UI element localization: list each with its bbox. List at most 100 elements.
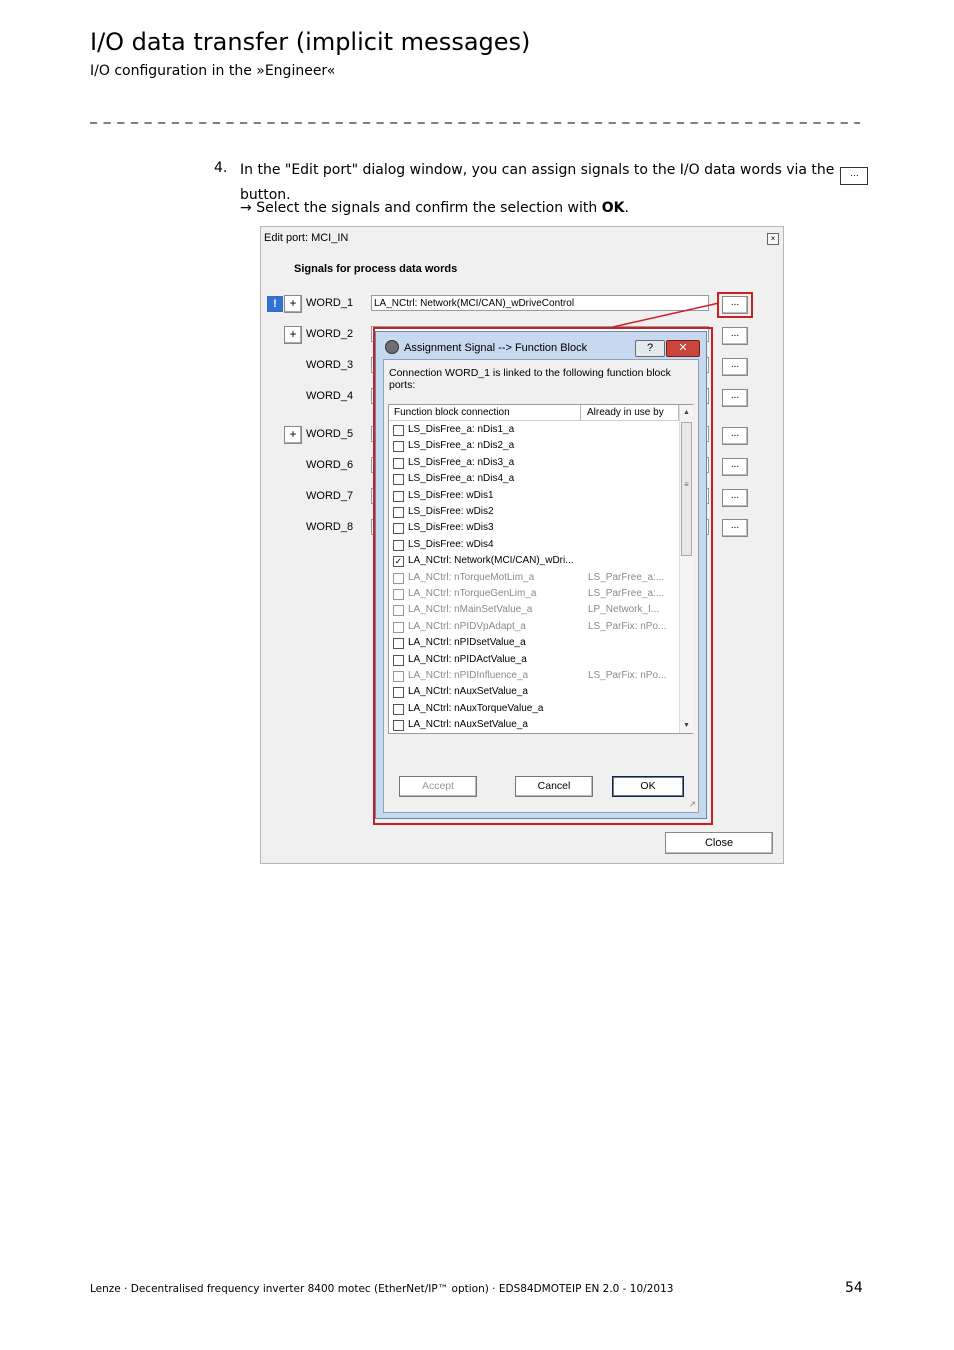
list-item-label: LS_DisFree_a: nDis2_a xyxy=(408,440,515,452)
word-label: WORD_6 xyxy=(306,459,354,471)
word8-assign-button[interactable]: ... xyxy=(722,519,748,537)
list-item-label: LS_DisFree: wDis4 xyxy=(408,538,494,550)
word3-assign-button[interactable]: ... xyxy=(722,358,748,376)
word-label: WORD_8 xyxy=(306,521,354,533)
list-item-label: LA_NCtrl: nTorqueMotLim_a xyxy=(408,571,535,583)
result-bold: OK xyxy=(601,200,625,216)
checkbox-icon[interactable] xyxy=(393,474,404,486)
word-label: WORD_4 xyxy=(306,390,354,402)
list-item-used-by: LS_ParFree_a:... xyxy=(588,588,665,599)
help-icon[interactable]: ? xyxy=(635,340,665,357)
list-item[interactable]: LS_DisFree: wDis3 xyxy=(389,520,679,536)
cancel-button[interactable]: Cancel xyxy=(515,776,593,797)
checkbox-icon[interactable] xyxy=(393,638,404,650)
list-item[interactable]: LA_NCtrl: nAuxSetValue_a xyxy=(389,717,679,733)
list-item-used-by: LP_Network_I... xyxy=(588,604,660,616)
list-item-label: LS_DisFree: wDis2 xyxy=(408,506,494,517)
inline-ellipsis-button-glyph: ... xyxy=(840,167,869,185)
checkbox-icon xyxy=(393,572,404,584)
assignment-description: Connection WORD_1 is linked to the follo… xyxy=(389,367,671,391)
list-item: LA_NCtrl: nPIDInfluence_a LS_ParFix: nPo.… xyxy=(389,668,679,684)
list-item[interactable]: LS_DisFree_a: nDis2_a xyxy=(389,438,679,454)
checkbox-icon[interactable] xyxy=(393,539,404,551)
checkbox-icon[interactable] xyxy=(393,507,404,518)
port-list: Function block connection Already in use… xyxy=(388,404,693,734)
assignment-dialog-title: Assignment Signal --> Function Block xyxy=(404,342,588,354)
result-text: Select the signals and confirm the selec… xyxy=(256,200,598,216)
dialog-app-icon xyxy=(385,340,399,354)
checkbox-icon[interactable] xyxy=(393,457,404,469)
word-label: WORD_5 xyxy=(306,428,354,440)
list-item-label: LA_NCtrl: nAuxSetValue_a xyxy=(408,719,528,731)
arrow-icon: → xyxy=(240,200,252,216)
accept-button[interactable]: Accept xyxy=(399,776,477,797)
checkbox-icon[interactable] xyxy=(393,687,404,699)
checkbox-icon[interactable] xyxy=(393,703,404,715)
checkbox-icon[interactable] xyxy=(393,490,404,502)
close-icon[interactable]: ✕ xyxy=(666,340,700,357)
page-number: 54 xyxy=(845,1280,863,1296)
list-item[interactable]: LS_DisFree: wDis1 xyxy=(389,488,679,504)
checkbox-icon[interactable] xyxy=(393,720,404,732)
word6-assign-button[interactable]: ... xyxy=(722,458,748,476)
list-item-label: LS_DisFree: wDis1 xyxy=(408,489,494,501)
page-title: I/O data transfer (implicit messages) xyxy=(90,28,531,56)
list-item-label: LA_NCtrl: nPIDInfluence_a xyxy=(408,670,529,681)
assignment-dialog: Assignment Signal --> Function Block ? ✕… xyxy=(375,331,707,819)
list-item-label: LS_DisFree: wDis3 xyxy=(408,522,494,534)
scroll-up-icon[interactable]: ▲ xyxy=(680,406,693,419)
list-item-label: LS_DisFree_a: nDis4_a xyxy=(408,473,515,485)
column-header-connection[interactable]: Function block connection xyxy=(389,405,581,420)
list-item-label: LA_NCtrl: nAuxTorqueValue_a xyxy=(408,702,544,714)
word7-assign-button[interactable]: ... xyxy=(722,489,748,507)
checkbox-icon xyxy=(393,589,404,600)
close-button[interactable]: Close xyxy=(665,832,773,854)
checkbox-checked-icon[interactable]: ✓ xyxy=(393,556,404,568)
list-item[interactable]: LA_NCtrl: nAuxSetValue_a xyxy=(389,684,679,700)
checkbox-icon xyxy=(393,605,404,617)
list-item[interactable]: LA_NCtrl: nPIDsetValue_a xyxy=(389,635,679,651)
scroll-thumb[interactable]: ≡ xyxy=(681,422,692,556)
scrollbar[interactable]: ▲ ≡ ▼ xyxy=(679,405,693,733)
list-item[interactable]: LS_DisFree: wDis2 xyxy=(389,504,679,520)
edit-port-window: Edit port: MCI_IN × Signals for process … xyxy=(260,226,784,864)
step-result: → Select the signals and confirm the sel… xyxy=(240,200,629,216)
list-item-used-by: LS_ParFix: nPo... xyxy=(588,620,667,632)
list-item[interactable]: LA_NCtrl: nAuxTorqueValue_a xyxy=(389,701,679,717)
list-item: LA_NCtrl: nPIDVpAdapt_a LS_ParFix: nPo... xyxy=(389,619,679,635)
checkbox-icon[interactable] xyxy=(393,425,404,436)
list-item[interactable]: ✓ LA_NCtrl: Network(MCI/CAN)_wDri... xyxy=(389,553,679,569)
word4-assign-button[interactable]: ... xyxy=(722,389,748,407)
checkbox-icon[interactable] xyxy=(393,441,404,453)
page-subtitle: I/O configuration in the »Engineer« xyxy=(90,63,336,79)
step-number: 4. xyxy=(214,160,228,176)
footer-text: Lenze · Decentralised frequency inverter… xyxy=(90,1283,674,1295)
scroll-grip-icon: ≡ xyxy=(684,480,689,489)
expand-word5-button[interactable]: + xyxy=(284,426,302,444)
word5-assign-button[interactable]: ... xyxy=(722,427,748,445)
header-separator: _ _ _ _ _ _ _ _ _ _ _ _ _ _ _ _ _ _ _ _ … xyxy=(90,108,860,124)
scroll-down-icon[interactable]: ▼ xyxy=(680,719,693,732)
list-item[interactable]: LS_DisFree_a: nDis3_a xyxy=(389,455,679,471)
list-item-label: LA_NCtrl: Network(MCI/CAN)_wDri... xyxy=(408,555,574,567)
column-header-used-by[interactable]: Already in use by xyxy=(581,405,679,420)
list-item-label: LA_NCtrl: nPIDVpAdapt_a xyxy=(408,620,526,632)
list-item[interactable]: LS_DisFree_a: nDis4_a xyxy=(389,471,679,487)
word-label: WORD_7 xyxy=(306,490,354,502)
assignment-dialog-body: Connection WORD_1 is linked to the follo… xyxy=(383,359,699,813)
list-item[interactable]: LA_NCtrl: nPIDActValue_a xyxy=(389,652,679,668)
list-item-label: LS_DisFree_a: nDis3_a xyxy=(408,456,515,468)
list-item-label: LA_NCtrl: nTorqueGenLim_a xyxy=(408,588,537,599)
checkbox-icon[interactable] xyxy=(393,523,404,535)
list-item: LA_NCtrl: nTorqueGenLim_a LS_ParFree_a:..… xyxy=(389,586,679,602)
list-item-used-by: LS_ParFree_a:... xyxy=(588,571,665,583)
checkbox-icon[interactable] xyxy=(393,654,404,666)
ok-button[interactable]: OK xyxy=(612,776,684,797)
list-item: LA_NCtrl: nMainSetValue_a LP_Network_I... xyxy=(389,602,679,618)
checkbox-icon xyxy=(393,621,404,633)
list-item[interactable]: LS_DisFree_a: nDis1_a xyxy=(389,422,679,438)
resize-grip-icon[interactable]: ↗ xyxy=(688,799,696,810)
list-item[interactable]: LS_DisFree: wDis4 xyxy=(389,537,679,553)
list-header: Function block connection Already in use… xyxy=(389,405,679,421)
list-item-used-by: LS_ParFix: nPo... xyxy=(588,670,667,681)
